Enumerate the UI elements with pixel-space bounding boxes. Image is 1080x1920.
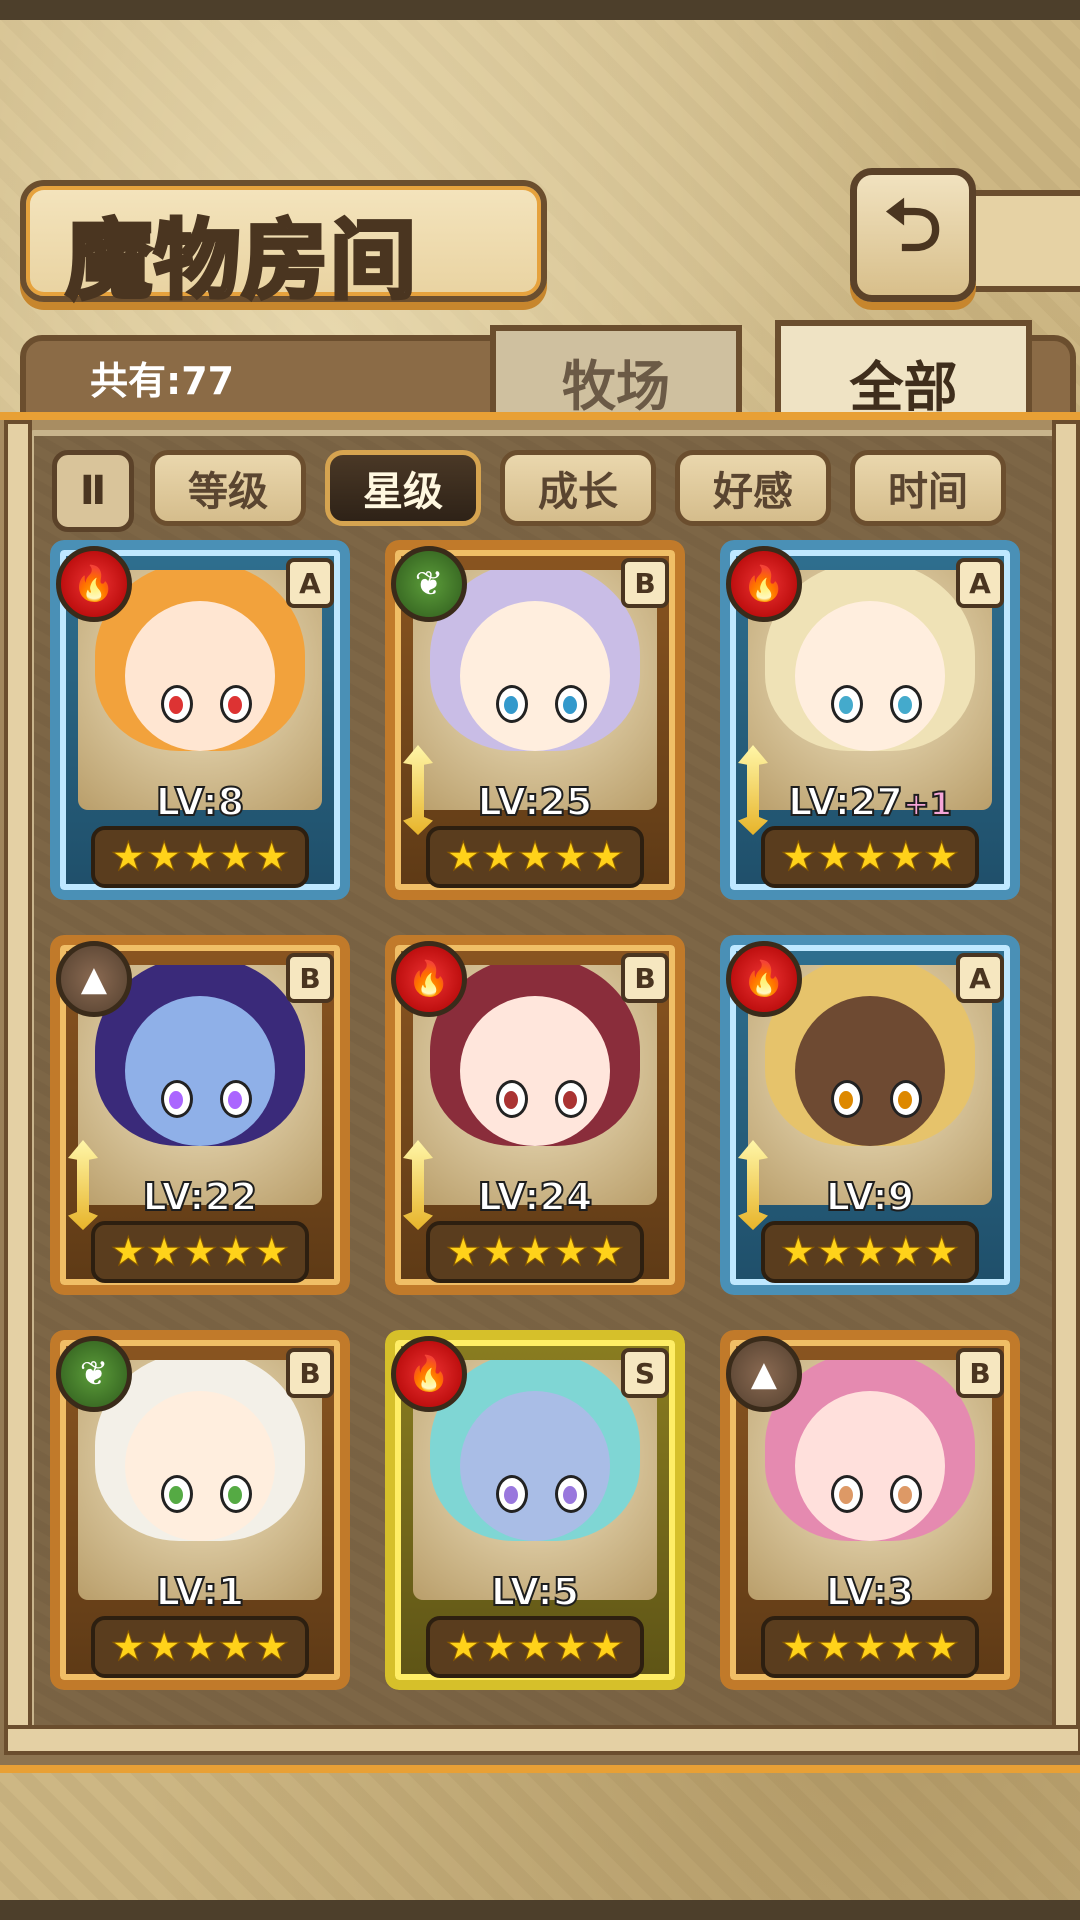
monster-level: LV:25 xyxy=(385,779,685,825)
portrait-eye xyxy=(160,1080,193,1119)
star-rating: ★★★★★ xyxy=(761,1221,979,1283)
title-plate: 魔物房间 xyxy=(20,180,547,313)
level-text: LV:22 xyxy=(142,1174,259,1220)
portrait-eye xyxy=(495,1475,528,1514)
portrait-face xyxy=(795,600,945,751)
fire-element-icon: 🔥 xyxy=(391,1336,467,1412)
level-text: LV:8 xyxy=(155,779,245,825)
rail-left xyxy=(4,420,32,1748)
leaf-element-icon: ❦ xyxy=(56,1336,132,1412)
portrait-eye xyxy=(554,1475,587,1514)
portrait-eye xyxy=(554,1080,587,1119)
portrait-face xyxy=(125,995,275,1146)
star-rating: ★★★★★ xyxy=(91,1616,309,1678)
portrait-eye xyxy=(219,1080,252,1119)
star-rating: ★★★★★ xyxy=(426,1221,644,1283)
monster-card[interactable]: 🔥 A LV:27+1 ★★★★★ xyxy=(720,540,1020,900)
fire-element-icon: 🔥 xyxy=(726,941,802,1017)
portrait-eye xyxy=(889,685,922,724)
rank-badge: B xyxy=(956,1348,1004,1398)
portrait-eye xyxy=(830,685,863,724)
portrait-face xyxy=(795,1390,945,1541)
monster-card[interactable]: ▲ B LV:22 ★★★★★ xyxy=(50,935,350,1295)
level-bonus: +1 xyxy=(902,784,953,824)
monster-level: LV:22 xyxy=(50,1174,350,1220)
monster-level: LV:9 xyxy=(720,1174,1020,1220)
portrait-face xyxy=(460,995,610,1146)
portrait-eye xyxy=(495,1080,528,1119)
star-rating: ★★★★★ xyxy=(91,826,309,888)
fire-element-icon: 🔥 xyxy=(726,546,802,622)
bottom-border xyxy=(0,1900,1080,1920)
portrait-face xyxy=(125,1390,275,1541)
star-rating: ★★★★★ xyxy=(761,826,979,888)
monster-card[interactable]: 🔥 A LV:8 ★★★★★ xyxy=(50,540,350,900)
level-text: LV:9 xyxy=(825,1174,915,1220)
earth-element-icon: ▲ xyxy=(726,1336,802,1412)
earth-element-icon: ▲ xyxy=(56,941,132,1017)
monster-card[interactable]: 🔥 B LV:24 ★★★★★ xyxy=(385,935,685,1295)
portrait-eye xyxy=(160,1475,193,1514)
portrait-eye xyxy=(554,685,587,724)
sort-level-button[interactable]: 等级 xyxy=(150,450,306,526)
portrait-eye xyxy=(889,1475,922,1514)
star-rating: ★★★★★ xyxy=(91,1221,309,1283)
page-title: 魔物房间 xyxy=(64,208,418,313)
rank-badge: A xyxy=(956,953,1004,1003)
level-text: LV:5 xyxy=(490,1569,580,1615)
sort-stars-button[interactable]: 星级 xyxy=(325,450,481,526)
top-border xyxy=(0,0,1080,20)
portrait-face xyxy=(125,600,275,751)
rank-badge: A xyxy=(286,558,334,608)
star-rating: ★★★★★ xyxy=(761,1616,979,1678)
monster-count: 共有:77 xyxy=(90,359,235,403)
sort-growth-button[interactable]: 成长 xyxy=(500,450,656,526)
star-rating: ★★★★★ xyxy=(426,826,644,888)
monster-card[interactable]: ▲ B LV:3 ★★★★★ xyxy=(720,1330,1020,1690)
level-text: LV:27 xyxy=(787,779,904,825)
rank-badge: B xyxy=(621,953,669,1003)
portrait-face xyxy=(460,600,610,751)
monster-level: LV:27+1 xyxy=(720,779,1020,825)
monster-card[interactable]: 🔥 A LV:9 ★★★★★ xyxy=(720,935,1020,1295)
monster-level: LV:1 xyxy=(50,1569,350,1615)
portrait-eye xyxy=(830,1475,863,1514)
back-button[interactable]: ⮌ xyxy=(850,168,976,302)
monster-level: LV:3 xyxy=(720,1569,1020,1615)
return-arrow-icon: ⮌ xyxy=(884,183,942,267)
rank-badge: B xyxy=(621,558,669,608)
rail-right xyxy=(1052,420,1080,1748)
monster-level: LV:24 xyxy=(385,1174,685,1220)
rank-badge: B xyxy=(286,953,334,1003)
sort-order-toggle[interactable]: Ⅱ xyxy=(52,450,134,532)
portrait-face xyxy=(795,995,945,1146)
portrait-eye xyxy=(889,1080,922,1119)
monster-card[interactable]: 🔥 S LV:5 ★★★★★ xyxy=(385,1330,685,1690)
level-text: LV:24 xyxy=(477,1174,594,1220)
back-rail xyxy=(960,190,1080,292)
fire-element-icon: 🔥 xyxy=(391,941,467,1017)
level-text: LV:1 xyxy=(155,1569,245,1615)
leaf-element-icon: ❦ xyxy=(391,546,467,622)
star-rating: ★★★★★ xyxy=(426,1616,644,1678)
monster-card[interactable]: ❦ B LV:1 ★★★★★ xyxy=(50,1330,350,1690)
portrait-eye xyxy=(495,685,528,724)
rail-bottom xyxy=(4,1725,1080,1755)
rank-badge: B xyxy=(286,1348,334,1398)
portrait-face xyxy=(460,1390,610,1541)
fire-element-icon: 🔥 xyxy=(56,546,132,622)
rank-badge: A xyxy=(956,558,1004,608)
portrait-eye xyxy=(160,685,193,724)
monster-level: LV:8 xyxy=(50,779,350,825)
rank-badge: S xyxy=(621,1348,669,1398)
sort-time-button[interactable]: 时间 xyxy=(850,450,1006,526)
portrait-eye xyxy=(830,1080,863,1119)
sort-affection-button[interactable]: 好感 xyxy=(675,450,831,526)
monster-level: LV:5 xyxy=(385,1569,685,1615)
level-text: LV:25 xyxy=(477,779,594,825)
portrait-eye xyxy=(219,685,252,724)
portrait-eye xyxy=(219,1475,252,1514)
level-text: LV:3 xyxy=(825,1569,915,1615)
monster-card[interactable]: ❦ B LV:25 ★★★★★ xyxy=(385,540,685,900)
